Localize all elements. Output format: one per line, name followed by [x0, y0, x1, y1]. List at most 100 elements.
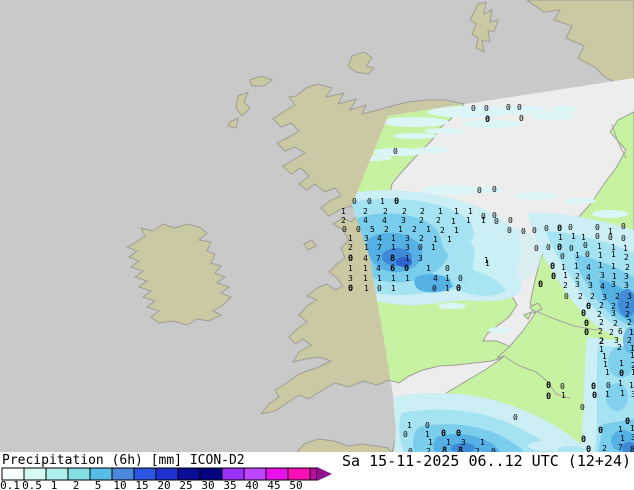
precip-value: 6 — [390, 264, 395, 274]
precip-value: 2 — [436, 216, 441, 225]
colorbar-tick-label: 10 — [113, 479, 126, 490]
precip-value: 4 — [377, 234, 382, 243]
precip-value: 0 — [598, 426, 603, 436]
precip-value: 3 — [405, 234, 410, 243]
precip-value: 0 — [377, 284, 382, 293]
precip-value: 0 — [471, 104, 476, 113]
precip-value: 0 — [492, 185, 497, 194]
colorbar-tick-label: 45 — [267, 479, 280, 490]
precip-value: 2 — [615, 292, 620, 301]
precip-value: 1 — [428, 438, 433, 447]
precip-value: 2 — [599, 318, 604, 327]
precip-value: 0 — [546, 392, 551, 402]
precip-value: 1 — [407, 421, 412, 430]
colorbar-tick-label: 40 — [245, 479, 258, 490]
precip-value: 2 — [617, 343, 622, 352]
precip-value: 0 — [425, 421, 430, 430]
precip-value: 1 — [485, 259, 490, 268]
precip-value: 0 — [445, 264, 450, 273]
precip-value: 0 — [621, 234, 626, 243]
precip-value: 5 — [370, 225, 375, 234]
precip-value: 2 — [578, 292, 583, 301]
precip-value: 0 — [534, 244, 539, 253]
precip-value: 1 — [620, 434, 625, 443]
precip-value: 3 — [600, 271, 605, 280]
precip-value: 1 — [438, 207, 443, 216]
colorbar-tick-label: 50 — [289, 479, 302, 490]
precip-value: 0 — [560, 382, 565, 391]
legend-bar: Precipitation (6h) [mm] ICON-D2 Sa 15-11… — [0, 452, 634, 490]
precip-value: 1 — [445, 284, 450, 293]
precip-value: 2 — [627, 318, 632, 327]
precip-value: 0 — [485, 115, 490, 125]
precip-value: 1 — [405, 274, 410, 283]
precip-value: 4 — [376, 264, 381, 273]
precip-value: 3 — [575, 280, 580, 289]
precip-value: 0 — [458, 274, 463, 283]
precip-value: 1 — [364, 284, 369, 293]
precip-value: 2 — [419, 216, 424, 225]
precip-value: 0 — [348, 284, 353, 294]
colorbar-tick-label: 2 — [73, 479, 80, 490]
precip-value: 1 — [454, 226, 459, 235]
precip-value: 2 — [383, 207, 388, 216]
precip-value: 1 — [563, 271, 568, 280]
precip-value: 0 — [432, 284, 437, 293]
precip-value: 0 — [517, 103, 522, 112]
precip-value: 1 — [571, 232, 576, 241]
precip-value: 1 — [348, 234, 353, 243]
legend-title: Precipitation (6h) [mm] ICON-D2 — [2, 453, 245, 468]
precip-value: 0 — [538, 280, 543, 290]
precip-value: 1 — [598, 261, 603, 270]
precip-value: 1 — [630, 424, 634, 433]
precip-value: 2 — [563, 281, 568, 290]
precip-value: 0 — [560, 252, 565, 261]
precip-value: 0 — [581, 435, 586, 445]
precip-value: 1 — [426, 225, 431, 234]
precip-value: 1 — [481, 216, 486, 225]
precip-value: 1 — [341, 207, 346, 216]
colorbar-tick-label: 25 — [179, 479, 192, 490]
precip-value: 0 — [580, 403, 585, 412]
precip-value: 1 — [574, 262, 579, 271]
precip-value: 1 — [623, 244, 628, 253]
precip-value: 1 — [598, 251, 603, 260]
precip-value: 0 — [621, 222, 626, 231]
precip-value: 0 — [513, 413, 518, 422]
precip-value: 1 — [618, 425, 623, 434]
precip-value: 2 — [599, 301, 604, 310]
precip-value: 0 — [494, 217, 499, 226]
precip-value: 6 — [618, 327, 623, 336]
precip-value: 7 — [618, 443, 623, 452]
precip-value: 2 — [402, 207, 407, 216]
colorbar-tick-label: 5 — [95, 479, 102, 490]
precip-value: 0 — [348, 254, 353, 264]
precip-value: 1 — [391, 243, 396, 252]
precip-value: 1 — [426, 264, 431, 273]
precip-value: 0 — [519, 114, 524, 123]
precip-value: 2 — [420, 207, 425, 216]
precip-value: 2 — [598, 327, 603, 336]
precip-value: 0 — [507, 226, 512, 235]
precip-value: 0 — [394, 197, 399, 207]
precip-value: 3 — [624, 272, 629, 281]
precip-value: 3 — [611, 280, 616, 289]
precip-value: 0 — [521, 227, 526, 236]
precip-value: 1 — [431, 243, 436, 252]
precip-value: 0 — [595, 223, 600, 232]
precip-value: 0 — [403, 430, 408, 439]
precip-value: 2 — [440, 226, 445, 235]
precip-value: 2 — [590, 292, 595, 301]
precip-value: 0 — [532, 226, 537, 235]
precip-value: 1 — [605, 368, 610, 377]
precip-value: 4 — [600, 282, 605, 291]
precip-value: 1 — [405, 254, 410, 263]
precip-value: 1 — [391, 274, 396, 283]
precip-value: 1 — [391, 234, 396, 243]
precip-value: 3 — [627, 292, 632, 301]
precip-value: 1 — [558, 233, 563, 242]
precip-value: 0 — [550, 262, 555, 272]
precip-value: 3 — [611, 309, 616, 318]
colorbar-tick-label: 15 — [135, 479, 148, 490]
precip-value: 0 — [456, 284, 461, 294]
